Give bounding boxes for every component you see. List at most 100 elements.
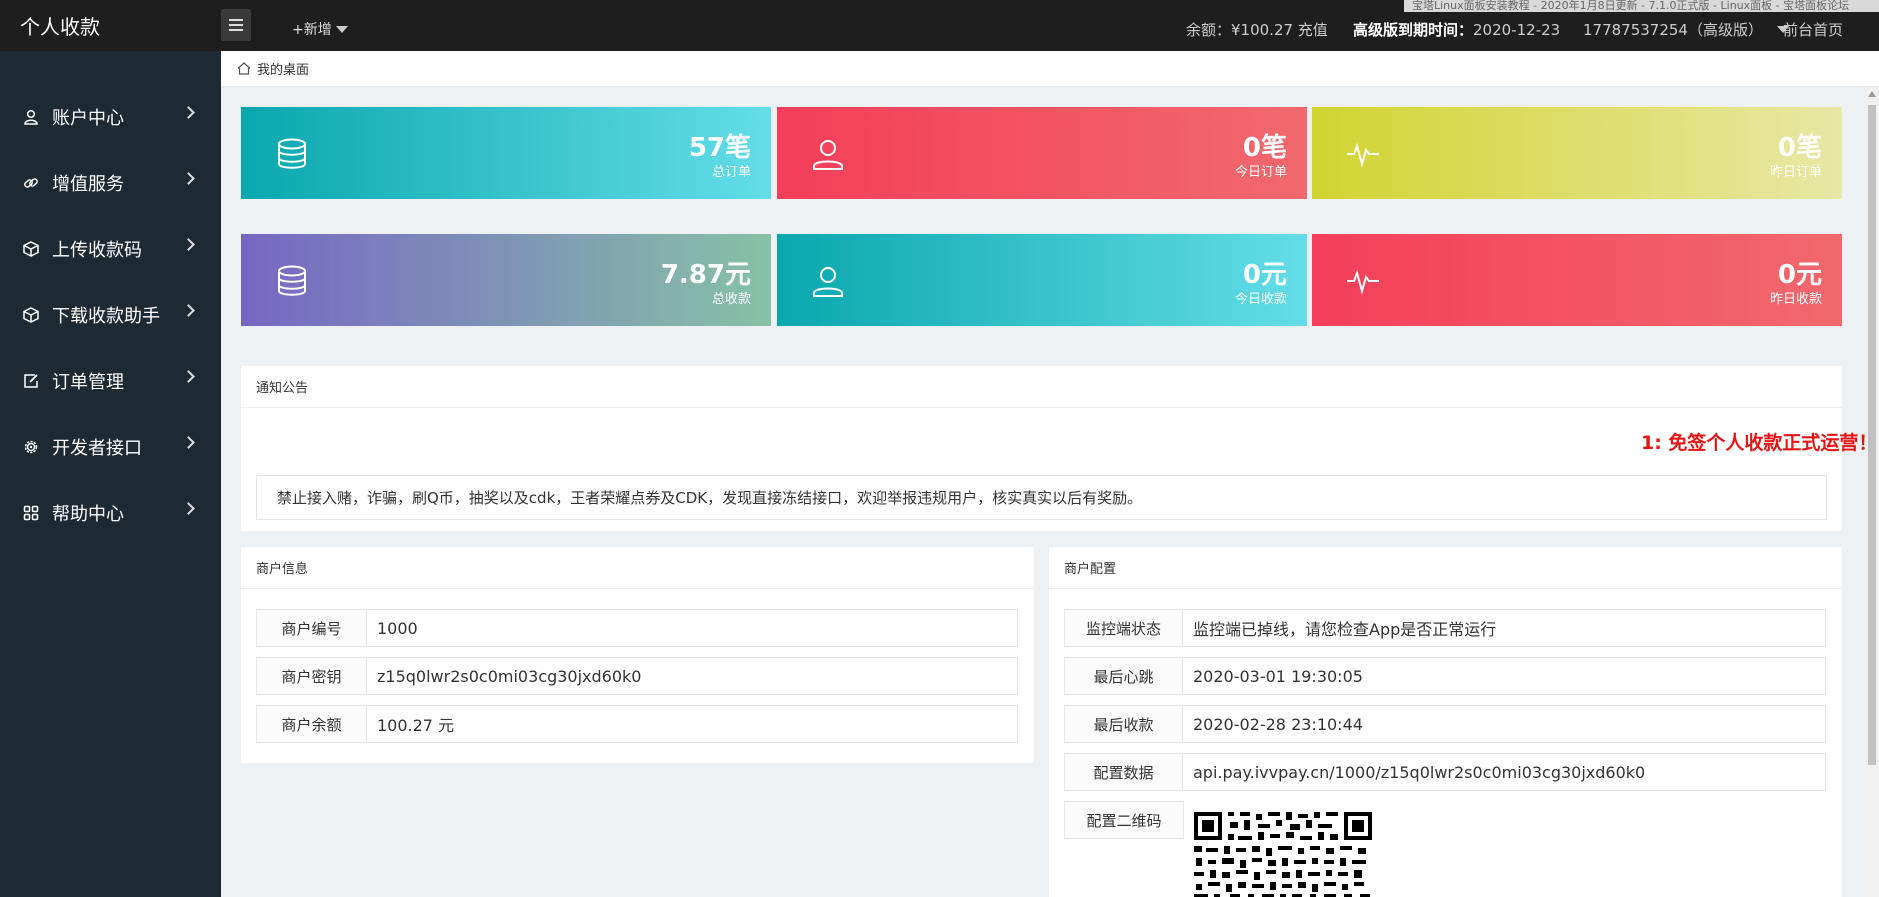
account-dropdown[interactable]: 17787537254（高级版） (1583, 19, 1789, 40)
panel-title: 通知公告 (241, 366, 1842, 408)
add-new-label: +新增 (292, 22, 332, 38)
stat-value: 0笔 (1777, 133, 1822, 163)
notice-panel: 通知公告 1: 免签个人收款正式运营！ 禁止接入赌，诈骗，刷Q币，抽奖以及cdk… (241, 366, 1877, 531)
row-value: z15q0lwr2s0c0mi03cg30jxd60k0 (377, 666, 642, 686)
stat-value: 57笔 (688, 133, 751, 163)
chevron-right-icon (182, 172, 195, 185)
user-icon (813, 267, 843, 297)
row-value: 2020-03-01 19:30:05 (1193, 666, 1363, 686)
sidebar-item-orders[interactable]: 订单管理 (0, 348, 221, 414)
expire-info: 高级版到期时间：2020-12-23 (1353, 19, 1560, 40)
user-icon (813, 140, 843, 170)
gear-icon (22, 438, 40, 456)
sidebar-item-label: 账户中心 (52, 108, 124, 129)
breadcrumb: 我的桌面 (221, 51, 1879, 87)
last-heartbeat-row: 最后心跳 2020-03-01 19:30:05 (1064, 657, 1826, 695)
chevron-right-icon (182, 304, 195, 317)
row-key: 最后心跳 (1065, 658, 1183, 694)
config-data-row: 配置数据 api.pay.ivvpay.cn/1000/z15q0lwr2s0c… (1064, 753, 1826, 791)
stat-label: 今日收款 (1234, 292, 1287, 307)
browser-tooltip: 宝塔Linux面板安装教程 - 2020年1月8日更新 - 7.1.0正式版 -… (1404, 0, 1879, 12)
edit-icon (22, 372, 40, 390)
stat-card-today-income: 0元 今日收款 (777, 234, 1307, 326)
link-icon (22, 174, 40, 192)
expire-label: 高级版到期时间： (1353, 21, 1474, 39)
breadcrumb-current[interactable]: 我的桌面 (257, 59, 309, 78)
stat-value: 7.87元 (660, 260, 751, 290)
qr-code-image[interactable] (1192, 810, 1374, 897)
account-label: 17787537254（高级版） (1583, 21, 1763, 39)
stat-value: 0元 (1777, 260, 1822, 290)
sidebar-item-label: 帮助中心 (52, 504, 124, 525)
row-key: 监控端状态 (1065, 610, 1183, 646)
monitor-status-row: 监控端状态 监控端已掉线，请您检查App是否正常运行 (1064, 609, 1826, 647)
notice-text: 禁止接入赌，诈骗，刷Q币，抽奖以及cdk，王者荣耀点券及CDK，发现直接冻结接口… (256, 475, 1827, 520)
row-key: 商户密钥 (257, 658, 367, 694)
frontend-home-link[interactable]: 前台首页 (1783, 19, 1843, 40)
stat-card-total-income: 7.87元 总收款 (241, 234, 771, 326)
stat-card-yesterday-orders: 0笔 昨日订单 (1312, 107, 1842, 199)
stat-label: 昨日订单 (1769, 165, 1822, 180)
sidebar-item-developer-api[interactable]: 开发者接口 (0, 414, 221, 480)
panel-title: 商户信息 (241, 547, 1034, 589)
stat-value: 0元 (1242, 260, 1287, 290)
stat-value: 0笔 (1242, 133, 1287, 163)
stat-label: 总收款 (711, 292, 751, 307)
top-bar: 个人收款 +新增 余额：¥100.27 充值 高级版到期时间：2020-12-2… (0, 0, 1879, 51)
menu-toggle-button[interactable] (221, 9, 251, 41)
merchant-info-panel: 商户信息 商户编号 1000 商户密钥 z15q0lwr2s0c0mi03cg3… (241, 547, 1034, 763)
sidebar-item-label: 上传收款码 (52, 240, 142, 261)
row-value: 1000 (377, 618, 418, 638)
stat-card-today-orders: 0笔 今日订单 (777, 107, 1307, 199)
hamburger-icon (229, 24, 243, 26)
caret-down-icon (335, 25, 348, 33)
sidebar-item-label: 开发者接口 (52, 438, 142, 459)
add-new-dropdown[interactable]: +新增 (292, 19, 348, 39)
merchant-key-row: 商户密钥 z15q0lwr2s0c0mi03cg30jxd60k0 (256, 657, 1018, 695)
notice-headline: 1: 免签个人收款正式运营！ (1641, 432, 1878, 454)
expire-date: 2020-12-23 (1473, 21, 1561, 39)
row-value: 100.27 元 (377, 716, 455, 735)
scrollbar-thumb[interactable] (1868, 105, 1876, 765)
chevron-right-icon (182, 106, 195, 119)
stat-card-total-orders: 57笔 总订单 (241, 107, 771, 199)
sidebar-item-upload-code[interactable]: 上传收款码 (0, 216, 221, 282)
pulse-icon (1347, 142, 1379, 168)
chevron-right-icon (182, 238, 195, 251)
row-key: 商户编号 (257, 610, 367, 646)
merchant-id-row: 商户编号 1000 (256, 609, 1018, 647)
row-key: 商户余额 (257, 706, 367, 742)
chevron-right-icon (182, 370, 195, 383)
config-qr-label: 配置二维码 (1064, 801, 1184, 839)
merchant-config-panel: 商户配置 监控端状态 监控端已掉线，请您检查App是否正常运行 最后心跳 202… (1049, 547, 1842, 897)
chevron-right-icon (182, 502, 195, 515)
chevron-right-icon (182, 436, 195, 449)
cube-icon (22, 306, 40, 324)
row-key: 配置数据 (1065, 754, 1183, 790)
home-icon (237, 62, 251, 75)
last-payment-row: 最后收款 2020-02-28 23:10:44 (1064, 705, 1826, 743)
stat-label: 昨日收款 (1769, 292, 1822, 307)
row-value: 2020-02-28 23:10:44 (1193, 714, 1363, 734)
row-value: 监控端已掉线，请您检查App是否正常运行 (1193, 620, 1497, 639)
sidebar-item-label: 增值服务 (52, 174, 124, 195)
merchant-balance-row: 商户余额 100.27 元 (256, 705, 1018, 743)
app-brand[interactable]: 个人收款 (0, 0, 221, 51)
sidebar-item-label: 订单管理 (52, 372, 124, 393)
sidebar-item-label: 下载收款助手 (52, 306, 160, 327)
panel-title: 商户配置 (1049, 547, 1842, 589)
database-icon (278, 265, 306, 296)
pulse-icon (1347, 269, 1379, 295)
sidebar-item-value-added[interactable]: 增值服务 (0, 150, 221, 216)
balance-recharge-link[interactable]: 余额：¥100.27 充值 (1186, 19, 1328, 40)
scroll-up-arrow-icon[interactable] (1868, 91, 1876, 97)
sidebar-item-help[interactable]: 帮助中心 (0, 480, 221, 546)
page-scrollbar[interactable] (1865, 87, 1879, 897)
row-value[interactable]: api.pay.ivvpay.cn/1000/z15q0lwr2s0c0mi03… (1183, 754, 1825, 790)
database-icon (278, 138, 306, 169)
user-icon (22, 108, 40, 126)
sidebar-item-download-assistant[interactable]: 下载收款助手 (0, 282, 221, 348)
row-key: 最后收款 (1065, 706, 1183, 742)
sidebar-item-account[interactable]: 账户中心 (0, 84, 221, 150)
sidebar: 账户中心 增值服务 上传收款码 下载收款助手 订单管理 开发者接口 帮助中心 (0, 51, 221, 897)
